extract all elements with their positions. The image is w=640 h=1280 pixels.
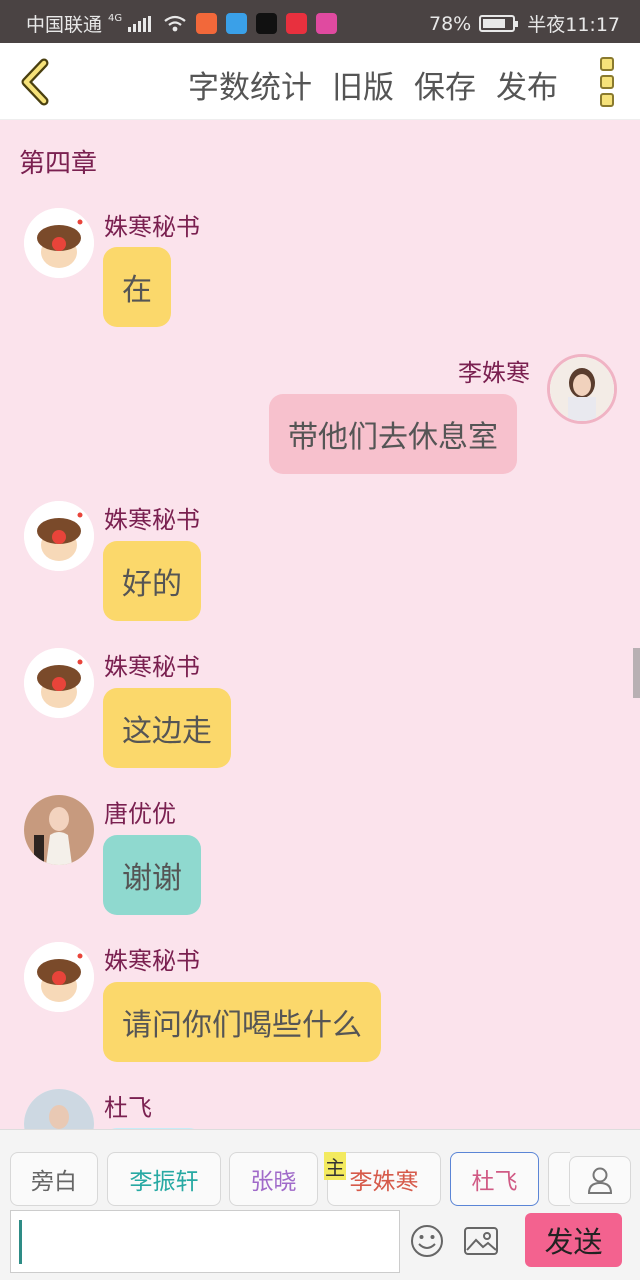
role-manage-button[interactable] [569, 1156, 631, 1204]
network-type: 4G [108, 13, 123, 24]
message-input[interactable] [10, 1210, 400, 1273]
more-menu-icon[interactable] [600, 57, 616, 107]
sender-name: 李姝寒 [458, 359, 530, 387]
role-label: 李振轩 [129, 1169, 199, 1195]
app-icon-5 [316, 13, 338, 34]
app-icon-1 [196, 13, 218, 34]
save-button[interactable]: 保存 [414, 62, 476, 107]
sender-name: 唐优优 [104, 800, 176, 828]
role-label: 李姝寒 [349, 1169, 419, 1195]
old-version-button[interactable]: 旧版 [332, 62, 394, 107]
role-label: 张晓 [250, 1169, 297, 1195]
scroll-indicator[interactable] [633, 648, 640, 698]
send-button[interactable]: 发送 [525, 1213, 622, 1267]
secretary-avatar[interactable] [24, 501, 94, 571]
chat-area[interactable]: 第四章 姝寒秘书 在 李姝寒 带他们去休息室 姝寒秘书 好的 姝寒秘书 这边走 [0, 121, 640, 1129]
du-fei-avatar[interactable] [24, 1089, 94, 1129]
publish-button[interactable]: 发布 [496, 62, 558, 107]
secretary-avatar[interactable] [24, 208, 94, 278]
text-caret [19, 1220, 22, 1264]
role-label: 杜飞 [471, 1169, 518, 1195]
tang-youyou-avatar[interactable] [24, 795, 94, 865]
carrier-name: 中国联通 [26, 14, 103, 36]
main-role-badge: 主 [324, 1152, 346, 1180]
role-label: 旁白 [31, 1169, 77, 1195]
li-shuhan-avatar[interactable] [547, 354, 617, 424]
back-arrow-icon[interactable] [14, 57, 58, 107]
sender-name: 姝寒秘书 [104, 653, 200, 681]
user-icon [587, 1167, 613, 1194]
signal-icon [128, 15, 152, 32]
tiktok-icon [256, 13, 278, 34]
battery-icon [479, 15, 519, 32]
role-chip-partial[interactable] [548, 1152, 570, 1206]
message-bubble[interactable]: 请问你们喝些什么 [103, 982, 381, 1062]
image-icon[interactable] [463, 1225, 499, 1257]
xiaohongshu-icon [286, 13, 308, 34]
sender-name: 杜飞 [104, 1094, 152, 1122]
word-count-button[interactable]: 字数统计 [188, 62, 312, 107]
message-bubble[interactable]: 这边走 [103, 688, 231, 768]
editor-toolbar: 字数统计 旧版 保存 发布 [0, 43, 640, 120]
composer-panel: 旁白 李振轩 张晓 李姝寒 主 杜飞 发送 [0, 1129, 640, 1280]
wifi-icon [164, 15, 186, 31]
sender-name: 姝寒秘书 [104, 506, 200, 534]
message-bubble[interactable]: 带他们去休息室 [269, 394, 517, 474]
secretary-avatar[interactable] [24, 942, 94, 1012]
chapter-title: 第四章 [19, 149, 98, 179]
role-chip[interactable]: 李振轩 [107, 1152, 221, 1206]
role-chip-narrator[interactable]: 旁白 [10, 1152, 98, 1206]
role-chip[interactable]: 张晓 [229, 1152, 318, 1206]
sender-name: 姝寒秘书 [104, 213, 200, 241]
sender-name: 姝寒秘书 [104, 947, 200, 975]
clock: 半夜11:17 [527, 14, 620, 36]
role-chip-selected[interactable]: 杜飞 [450, 1152, 539, 1206]
role-selector[interactable]: 旁白 李振轩 张晓 李姝寒 主 杜飞 [10, 1152, 570, 1208]
app-icon-2 [226, 13, 248, 34]
message-bubble[interactable]: 好的 [103, 541, 201, 621]
message-bubble[interactable]: 谢谢 [103, 835, 201, 915]
emoji-icon[interactable] [410, 1224, 444, 1258]
secretary-avatar[interactable] [24, 648, 94, 718]
status-bar: 中国联通 4G 78% 半夜11:17 [0, 0, 640, 43]
battery-percent: 78% [429, 12, 472, 35]
message-bubble[interactable]: 在 [103, 247, 171, 327]
